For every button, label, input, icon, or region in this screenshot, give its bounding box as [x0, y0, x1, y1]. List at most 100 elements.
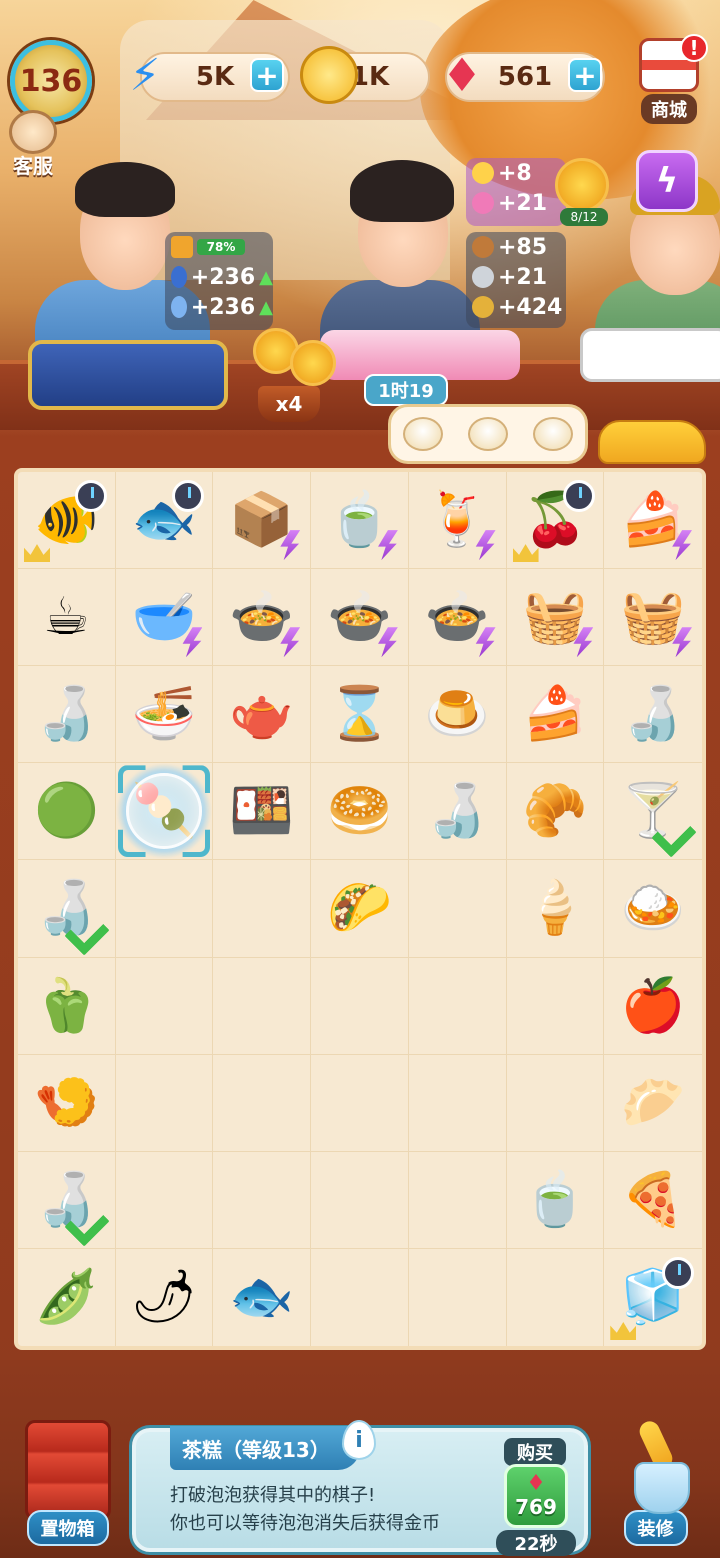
board-cell[interactable]: 🫛	[18, 1248, 116, 1346]
board-cell[interactable]: 🍱	[213, 763, 312, 861]
board-cell[interactable]	[213, 860, 312, 958]
storage-box-button[interactable]: 置物箱	[10, 1420, 125, 1550]
candy-icon	[472, 192, 494, 214]
blue-tray[interactable]	[28, 340, 228, 410]
board-cell[interactable]	[311, 1054, 409, 1152]
flower-pot[interactable]: x4	[258, 386, 320, 422]
board-cell[interactable]: 🐠	[18, 472, 116, 570]
board-cell[interactable]	[408, 860, 507, 958]
board-cell[interactable]: 🍕	[604, 1152, 702, 1249]
board-cell[interactable]: 🥯	[311, 763, 409, 861]
board-cell[interactable]: 🍎	[604, 958, 702, 1055]
board-cell[interactable]	[311, 957, 409, 1055]
sunflower-icon[interactable]	[555, 158, 609, 212]
board-cell[interactable]: 🍶	[18, 860, 116, 958]
bun-icon	[467, 417, 508, 451]
board-cell[interactable]	[409, 1248, 507, 1346]
pot-count: x4	[275, 392, 303, 416]
board-cell[interactable]: 🍒	[506, 472, 605, 570]
add-energy-button[interactable]: +	[250, 58, 284, 92]
board-cell[interactable]: 🧺	[604, 569, 702, 667]
board-cell[interactable]	[408, 1151, 507, 1249]
pot-icon	[472, 236, 494, 258]
board-cell[interactable]: 🐟	[115, 472, 214, 570]
boost-button[interactable]: ϟ	[636, 150, 698, 212]
board-cell[interactable]	[213, 1151, 312, 1249]
board-cell[interactable]: 🍵	[506, 1151, 605, 1249]
add-gems-button[interactable]: +	[568, 58, 602, 92]
bun-icon	[532, 417, 573, 451]
shop-button[interactable]: 商城 !	[628, 34, 710, 128]
board-cell[interactable]: 🍰	[604, 472, 702, 570]
info-icon[interactable]: i	[342, 1420, 376, 1460]
board-cell[interactable]: 🫑	[18, 957, 116, 1055]
board-cell[interactable]	[311, 1248, 409, 1346]
board-cell[interactable]: 🍸	[604, 763, 702, 861]
bonus-right-stat-3: +424	[498, 294, 563, 320]
tea-machine[interactable]	[320, 330, 520, 380]
board-cell[interactable]: 🌶	[116, 1248, 214, 1346]
delivery-car[interactable]	[598, 420, 706, 464]
board-cell[interactable]: 🍶	[18, 1151, 116, 1249]
board-cell[interactable]	[115, 1151, 214, 1249]
board-cell[interactable]: ⌛	[311, 666, 409, 764]
board-cell[interactable]: 🍡	[115, 763, 214, 861]
scoop-icon	[472, 266, 494, 288]
board-cell[interactable]: 🌮	[311, 860, 409, 958]
board-cell[interactable]: 🍶	[604, 666, 702, 764]
info-line-1: 打破泡泡获得其中的棋子!	[170, 1485, 376, 1506]
board-cell[interactable]: 🍮	[408, 666, 507, 764]
board-cell[interactable]: 📦	[213, 472, 312, 570]
item-description: 打破泡泡获得其中的棋子! 你也可以等待泡泡消失后获得金币	[170, 1482, 490, 1538]
board-cell[interactable]: 🍲	[311, 569, 409, 667]
board-cell[interactable]: 🍶	[408, 763, 507, 861]
buy-button[interactable]: ♦ 769	[504, 1464, 568, 1528]
board-cell[interactable]: 🧊	[604, 1249, 702, 1346]
board-cell[interactable]	[115, 860, 214, 958]
customer-middle[interactable]	[320, 150, 480, 370]
board-item-icon: 🧺	[522, 587, 588, 648]
board-item-icon: 🫛	[33, 1267, 99, 1328]
board-cell[interactable]: 🍜	[115, 666, 214, 764]
board-cell[interactable]: 🥟	[604, 1055, 702, 1152]
board-item-icon: 🍤	[33, 1072, 99, 1133]
board-cell[interactable]: 🟢	[18, 763, 116, 861]
gem-value: 561	[497, 62, 553, 92]
board-cell[interactable]: 🥣	[115, 569, 214, 667]
storage-label: 置物箱	[26, 1510, 109, 1546]
board-cell[interactable]	[115, 957, 214, 1055]
board-cell[interactable]: 🥐	[506, 763, 605, 861]
board-cell[interactable]	[507, 1248, 605, 1346]
board-cell[interactable]	[311, 1151, 409, 1249]
up-arrow-icon: ▲	[259, 266, 273, 288]
board-cell[interactable]: 🍛	[604, 860, 702, 958]
board-cell[interactable]: 🧺	[506, 569, 605, 667]
board-cell[interactable]: 🍲	[213, 569, 312, 667]
storage-box-icon	[24, 1420, 111, 1520]
board-cell[interactable]: 🍹	[408, 472, 507, 570]
board-cell[interactable]: ☕	[18, 569, 116, 667]
customer-service-button[interactable]: 客服	[4, 110, 62, 182]
info-icon-glyph: i	[355, 1427, 363, 1453]
board-cell[interactable]: 🍶	[18, 666, 116, 764]
board-cell[interactable]	[408, 957, 507, 1055]
order-tray[interactable]	[388, 404, 588, 464]
board-cell[interactable]: 🍰	[506, 666, 605, 764]
board-cell[interactable]: 🐟	[213, 1248, 312, 1346]
decorate-button[interactable]: 装修	[598, 1418, 713, 1550]
fruit-plate[interactable]	[580, 328, 720, 382]
board-cell[interactable]	[506, 1054, 605, 1152]
board-cell[interactable]	[115, 1054, 214, 1152]
board-cell[interactable]	[213, 957, 312, 1055]
board-cell[interactable]: 🍤	[18, 1054, 116, 1152]
board-cell[interactable]: 🍵	[311, 472, 409, 570]
ruby-icon: ♦	[441, 48, 483, 102]
sunflower-progress: 8/12	[560, 208, 608, 226]
board-cell[interactable]	[213, 1054, 312, 1152]
board-cell[interactable]: 🍲	[408, 569, 507, 667]
board-cell[interactable]: 🫖	[213, 666, 312, 764]
board-item-icon: 🍰	[620, 490, 686, 551]
board-cell[interactable]	[408, 1054, 507, 1152]
board-cell[interactable]	[506, 957, 605, 1055]
board-cell[interactable]: 🍦	[506, 860, 605, 958]
